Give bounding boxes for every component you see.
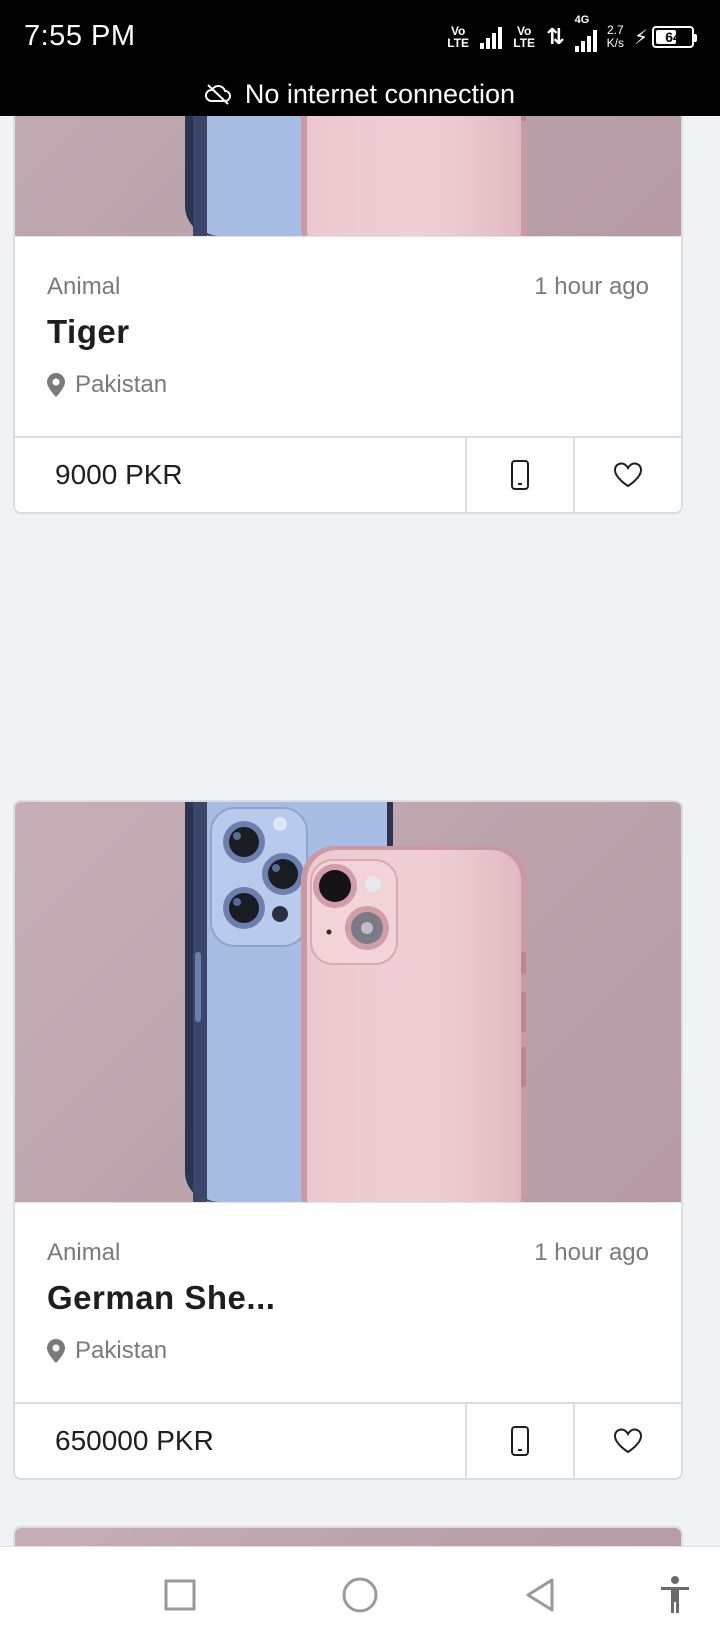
call-button[interactable]	[467, 1404, 573, 1478]
charging-bolt-icon: ⚡	[633, 26, 648, 49]
listing-details[interactable]: Animal 1 hour ago Tiger Pakistan	[15, 236, 681, 436]
heart-icon	[613, 1428, 643, 1454]
heart-icon	[613, 462, 643, 488]
listing-actions: 650000 PKR	[15, 1402, 681, 1478]
listing-category: Animal	[47, 1239, 121, 1266]
signal-sim2-icon	[574, 28, 597, 52]
listing-location-text: Pakistan	[75, 371, 168, 398]
accessibility-icon	[661, 1576, 689, 1613]
phone-icon	[511, 1426, 529, 1456]
listing-card[interactable]: Animal 1 hour ago German She... Pakistan…	[13, 800, 683, 1480]
listing-card[interactable]: Animal 1 hour ago Tiger Pakistan 9000 PK…	[13, 116, 683, 514]
listing-title[interactable]: German She...	[47, 1279, 275, 1317]
listing-card[interactable]	[13, 1526, 683, 1546]
listing-image[interactable]	[15, 1528, 681, 1546]
listing-price: 650000 PKR	[15, 1404, 467, 1478]
listing-location: Pakistan	[47, 371, 167, 399]
cloud-off-icon	[204, 84, 231, 105]
location-pin-icon	[47, 1339, 65, 1363]
listing-photo	[184, 802, 528, 1202]
listing-title[interactable]: Tiger	[47, 313, 130, 351]
listing-actions: 9000 PKR	[15, 436, 681, 512]
status-bar: 7:55 PM Vo LTE Vo LTE ⇅ 4G 2.7 K/s ⚡ 64	[0, 0, 720, 116]
battery-icon: 64	[652, 26, 697, 48]
home-button[interactable]	[337, 1572, 383, 1618]
battery-percent: 64	[665, 29, 681, 45]
listing-image[interactable]	[15, 802, 681, 1202]
phone-icon	[511, 460, 529, 490]
network-speed-unit: K/s	[606, 36, 624, 50]
circle-icon	[342, 1577, 378, 1613]
listing-details[interactable]: Animal 1 hour ago German She... Pakistan	[15, 1202, 681, 1402]
network-type-label: 4G	[574, 14, 590, 26]
listings-feed[interactable]: Animal 1 hour ago Tiger Pakistan 9000 PK…	[0, 116, 720, 1546]
data-activity-icon: ⇅	[546, 24, 565, 49]
listing-location: Pakistan	[47, 1337, 167, 1365]
status-time: 7:55 PM	[24, 20, 136, 52]
favorite-button[interactable]	[573, 1404, 681, 1478]
triangle-back-icon	[526, 1578, 554, 1612]
offline-message: No internet connection	[244, 78, 516, 109]
volte-sim1-indicator: Vo LTE	[447, 24, 470, 50]
listing-price: 9000 PKR	[15, 438, 467, 512]
battery-indicator: ⚡ 64	[633, 25, 697, 50]
listing-photo	[184, 116, 528, 236]
network-speed: 2.7 K/s	[607, 24, 624, 50]
recents-button[interactable]	[157, 1572, 203, 1618]
favorite-button[interactable]	[573, 438, 681, 512]
listing-category: Animal	[47, 273, 121, 300]
location-pin-icon	[47, 373, 65, 397]
accessibility-button[interactable]	[652, 1572, 698, 1618]
listing-image[interactable]	[15, 116, 681, 236]
listing-location-text: Pakistan	[75, 1337, 168, 1364]
square-icon	[164, 1579, 196, 1611]
call-button[interactable]	[467, 438, 573, 512]
status-icons: Vo LTE Vo LTE ⇅ 4G 2.7 K/s ⚡ 64	[446, 14, 697, 52]
listing-time: 1 hour ago	[534, 1239, 649, 1266]
offline-banner: No internet connection	[0, 74, 720, 114]
system-nav-bar	[0, 1546, 720, 1640]
volte-sim2-indicator: Vo LTE	[513, 24, 536, 50]
back-button[interactable]	[517, 1572, 563, 1618]
listing-time: 1 hour ago	[534, 273, 649, 300]
signal-sim1-icon	[480, 25, 503, 49]
